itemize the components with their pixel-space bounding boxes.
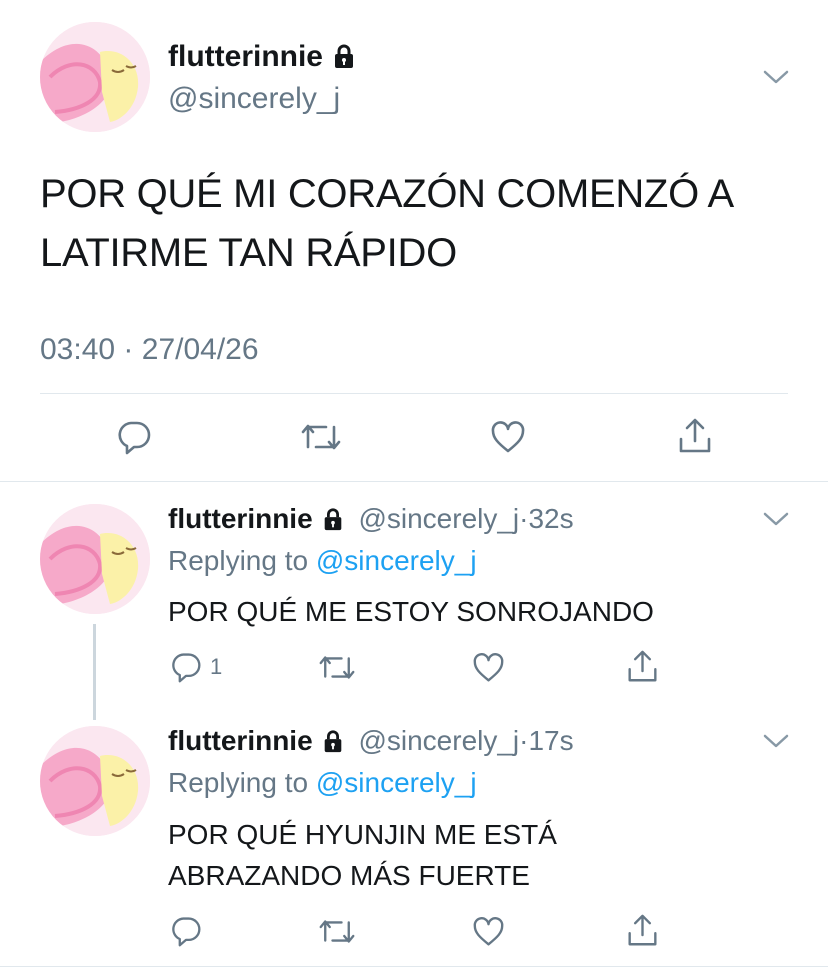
avatar[interactable]	[40, 504, 150, 614]
share-button[interactable]	[677, 417, 713, 455]
author-handle[interactable]: @sincerely_j	[358, 725, 519, 756]
like-icon	[473, 653, 504, 682]
replying-label: Replying to	[168, 545, 309, 576]
chevron-down-icon[interactable]	[762, 732, 790, 755]
share-button[interactable]	[626, 913, 659, 948]
tweet-date: 27/04/26	[141, 333, 259, 366]
retweet-button[interactable]	[318, 917, 356, 946]
share-icon	[628, 914, 657, 946]
divider	[0, 481, 828, 482]
reply-text-line: POR QUÉ ME ESTOY SONROJANDO	[168, 596, 654, 627]
share-icon	[628, 650, 657, 682]
reply-header: flutterinnie @sincerely_j·17s	[168, 725, 574, 760]
reply-header: flutterinnie @sincerely_j·32s	[168, 503, 574, 538]
timestamp-separator: ·	[123, 333, 134, 366]
thread-line	[93, 624, 96, 720]
reply-icon	[118, 421, 151, 455]
replying-handle-link[interactable]: @sincerely_j	[316, 545, 477, 576]
replying-to: Replying to @sincerely_j	[168, 545, 477, 577]
reply-time[interactable]: 17s	[528, 725, 573, 756]
like-button[interactable]	[472, 916, 505, 947]
retweet-button[interactable]	[300, 421, 342, 453]
retweet-icon	[319, 656, 355, 679]
share-icon	[679, 418, 711, 453]
lock-icon	[321, 728, 345, 760]
author-name-text[interactable]: flutterinnie	[168, 725, 313, 756]
retweet-icon	[301, 424, 341, 450]
author-name-text[interactable]: flutterinnie	[168, 503, 313, 534]
author-name[interactable]: flutterinnie	[168, 40, 357, 77]
author-handle[interactable]: @sincerely_j	[358, 503, 519, 534]
replying-label: Replying to	[168, 767, 309, 798]
avatar[interactable]	[40, 22, 150, 132]
like-icon	[473, 917, 504, 946]
reply-time[interactable]: 32s	[528, 503, 573, 534]
tweet-time: 03:40	[40, 333, 116, 366]
reply-button[interactable]: 1	[170, 651, 222, 683]
author-name-text[interactable]: flutterinnie	[168, 40, 323, 73]
like-button[interactable]	[490, 420, 526, 454]
reply-icon	[172, 917, 201, 947]
tweet-text-line: POR QUÉ MI CORAZÓN COMENZÓ A	[40, 172, 734, 216]
reply-text: POR QUÉ HYUNJIN ME ESTÁ ABRAZANDO MÁS FU…	[168, 814, 788, 896]
lock-icon	[331, 43, 357, 77]
reply-text-line: POR QUÉ HYUNJIN ME ESTÁ	[168, 819, 557, 850]
retweet-icon	[319, 920, 355, 943]
share-button[interactable]	[626, 649, 659, 684]
retweet-button[interactable]	[318, 653, 356, 682]
like-icon	[491, 421, 525, 453]
reply-icon	[172, 653, 201, 683]
reply-button[interactable]	[116, 419, 152, 455]
divider	[40, 393, 788, 394]
avatar[interactable]	[40, 726, 150, 836]
reply-button[interactable]	[170, 915, 202, 947]
author-handle[interactable]: @sincerely_j	[168, 82, 340, 116]
chevron-down-icon[interactable]	[762, 68, 790, 91]
replying-handle-link[interactable]: @sincerely_j	[316, 767, 477, 798]
replying-to: Replying to @sincerely_j	[168, 767, 477, 799]
tweet-text: POR QUÉ MI CORAZÓN COMENZÓ A LATIRME TAN…	[40, 165, 800, 283]
like-button[interactable]	[472, 652, 505, 683]
tweet-timestamp[interactable]: 03:40 · 27/04/26	[40, 333, 259, 367]
chevron-down-icon[interactable]	[762, 510, 790, 533]
reply-count: 1	[210, 654, 223, 679]
reply-text: POR QUÉ ME ESTOY SONROJANDO	[168, 591, 788, 632]
lock-icon	[321, 506, 345, 538]
tweet-text-line: LATIRME TAN RÁPIDO	[40, 231, 457, 275]
divider	[0, 966, 828, 967]
reply-text-line: ABRAZANDO MÁS FUERTE	[168, 860, 530, 891]
